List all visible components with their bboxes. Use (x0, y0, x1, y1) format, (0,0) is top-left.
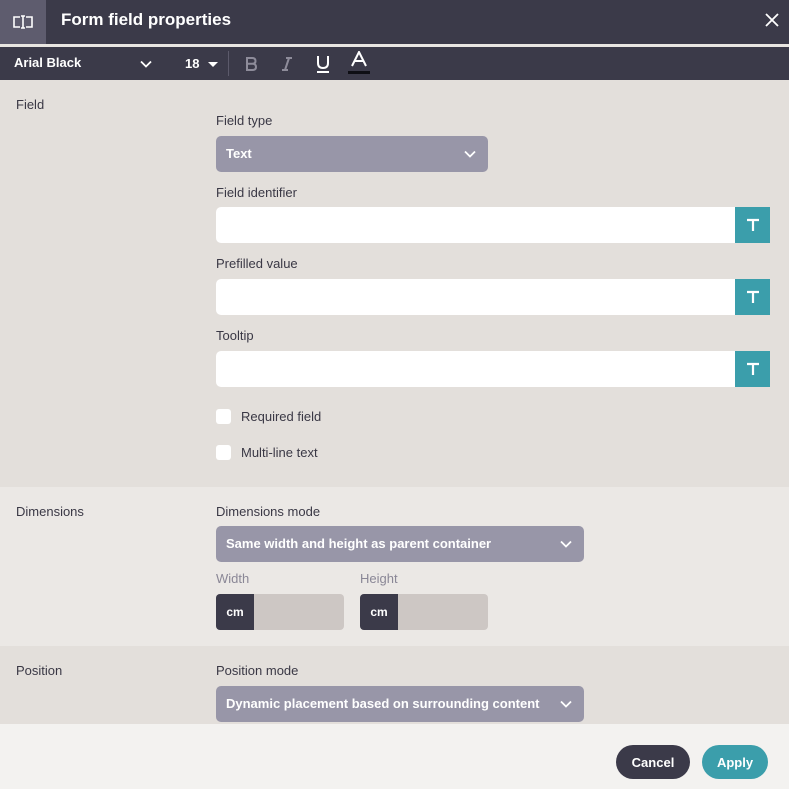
chevron-down-icon[interactable] (139, 57, 153, 71)
height-label: Height (360, 571, 398, 586)
dimensions-section-label: Dimensions (16, 504, 84, 519)
chevron-down-icon (560, 700, 572, 708)
height-unit: cm (360, 594, 398, 630)
cancel-button[interactable]: Cancel (616, 745, 690, 779)
position-mode-label: Position mode (216, 663, 299, 678)
position-mode-value: Dynamic placement based on surrounding c… (226, 696, 540, 711)
font-size-select[interactable]: 18 (185, 56, 199, 71)
chevron-down-icon (464, 150, 476, 158)
underline-icon[interactable] (310, 51, 336, 77)
prefilled-value-input[interactable] (216, 279, 735, 315)
multi-line-checkbox[interactable] (216, 445, 231, 460)
apply-button[interactable]: Apply (702, 745, 768, 779)
text-format-button[interactable] (735, 279, 770, 315)
width-label: Width (216, 571, 250, 586)
field-section-label: Field (16, 97, 45, 112)
position-section-label: Position (16, 663, 63, 678)
dimensions-section: Dimensions Dimensions mode Same width an… (0, 487, 789, 646)
dialog-title: Form field properties (61, 10, 232, 29)
height-input[interactable] (398, 594, 488, 630)
field-section: Field Field type Text Field identifier P… (0, 80, 789, 487)
toolbar-divider (228, 51, 229, 76)
text-t-icon (746, 362, 759, 375)
width-input[interactable] (254, 594, 344, 630)
text-format-button[interactable] (735, 207, 770, 243)
chevron-down-icon (560, 540, 572, 548)
close-icon[interactable] (760, 8, 784, 32)
form-field-icon (0, 0, 46, 44)
text-t-icon (746, 290, 759, 303)
field-type-label: Field type (216, 113, 273, 128)
tooltip-input[interactable] (216, 351, 735, 387)
tooltip-label: Tooltip (216, 328, 254, 343)
dialog-footer: Cancel Apply (0, 724, 789, 789)
required-field-label[interactable]: Required field (241, 409, 321, 424)
bold-icon[interactable] (238, 51, 264, 77)
width-unit: cm (216, 594, 254, 630)
text-format-button[interactable] (735, 351, 770, 387)
field-identifier-input[interactable] (216, 207, 735, 243)
font-family-select[interactable]: Arial Black (14, 55, 81, 70)
font-color-icon[interactable] (346, 51, 372, 77)
dimensions-mode-label: Dimensions mode (216, 504, 321, 519)
position-mode-select[interactable]: Dynamic placement based on surrounding c… (216, 686, 584, 722)
text-t-icon (746, 218, 759, 231)
position-section: Position Position mode Dynamic placement… (0, 646, 789, 724)
format-toolbar: Arial Black 18 (0, 47, 789, 80)
italic-icon[interactable] (274, 51, 300, 77)
dimensions-mode-select[interactable]: Same width and height as parent containe… (216, 526, 584, 562)
dialog-titlebar: Form field properties (0, 0, 789, 44)
multi-line-label[interactable]: Multi-line text (241, 445, 318, 460)
caret-down-icon[interactable] (208, 62, 218, 67)
field-identifier-label: Field identifier (216, 185, 297, 200)
field-type-value: Text (226, 146, 252, 161)
width-field: cm (216, 594, 344, 630)
required-field-checkbox[interactable] (216, 409, 231, 424)
dimensions-mode-value: Same width and height as parent containe… (226, 536, 492, 551)
field-type-select[interactable]: Text (216, 136, 488, 172)
prefilled-value-label: Prefilled value (216, 256, 298, 271)
height-field: cm (360, 594, 488, 630)
